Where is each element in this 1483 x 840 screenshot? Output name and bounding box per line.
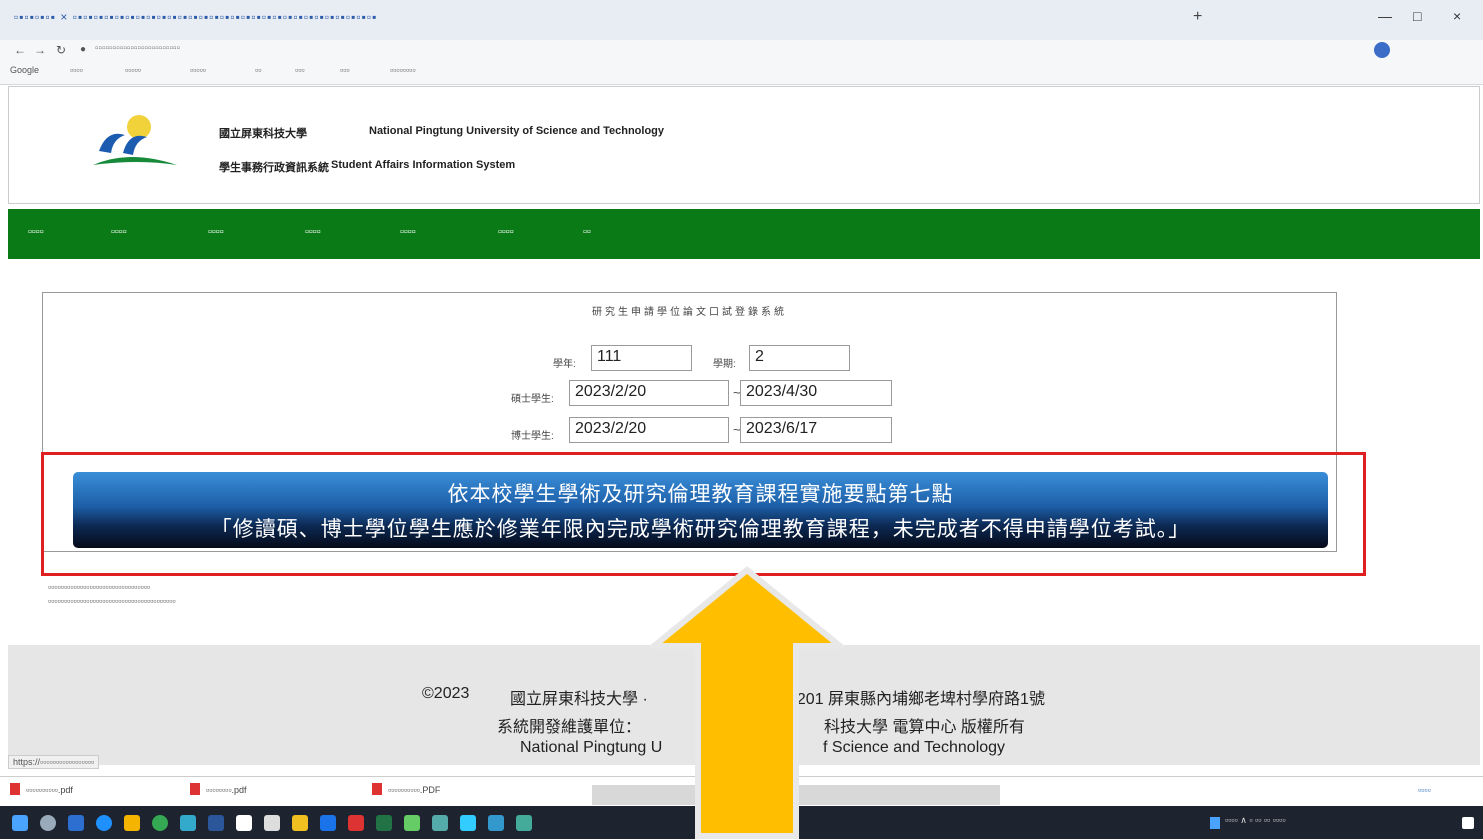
browser-tab-strip: ▫▪▫▪▫▪▫▪ × ▫▪▫▪▫▪▫▪▫▪▫▪▫▪▫▪▫▪▫▪▫▪▫▪▫▪▫▪▫…: [0, 0, 1483, 40]
footer-maintainer: 系統開發維護單位：: [497, 719, 642, 736]
profile-avatar-icon[interactable]: [1374, 42, 1390, 58]
phd-start-input[interactable]: 2023/2/20: [569, 417, 729, 443]
download-item[interactable]: ▫▫▫▫▫▫▫▫▫▫.PDF: [388, 785, 440, 795]
new-tab-button[interactable]: +: [1193, 8, 1202, 26]
app-icon[interactable]: [236, 815, 252, 831]
reload-icon[interactable]: ↻: [56, 43, 66, 57]
banner-line-2: 「修讀碩、博士學位學生應於修業年限內完成學術研究倫理教育課程，未完成者不得申請學…: [210, 518, 1191, 541]
note-line-2: ▫▫▫▫▫▫▫▫▫▫▫▫▫▫▫▫▫▫▫▫▫▫▫▫▫▫▫▫▫▫▫▫▫▫▫▫▫▫▫▫: [48, 596, 176, 606]
school-name-en: National Pingtung University of Science …: [369, 125, 665, 137]
app-icon[interactable]: [404, 815, 420, 831]
app-icon[interactable]: [516, 815, 532, 831]
nav-item[interactable]: ▫▫▫▫: [400, 226, 416, 238]
app-icon[interactable]: [320, 815, 336, 831]
edge-icon[interactable]: [96, 815, 112, 831]
nav-item[interactable]: ▫▫▫▫: [111, 226, 127, 238]
pdf-icon: [10, 783, 20, 795]
back-icon[interactable]: ←: [14, 43, 26, 57]
bookmark-item[interactable]: ▫▫▫▫: [70, 65, 83, 75]
master-label: 碩士學生:: [511, 394, 554, 405]
form-title: 研究生申請學位論文口試登錄系統: [592, 307, 787, 318]
download-item[interactable]: ▫▫▫▫▫▫▫▫.pdf: [206, 785, 247, 795]
main-nav: ▫▫▫▫ ▫▫▫▫ ▫▫▫▫ ▫▫▫▫ ▫▫▫▫ ▫▫▫▫ ▫▫: [8, 209, 1480, 259]
minimize-button[interactable]: —: [1378, 8, 1392, 24]
app-icon[interactable]: [348, 815, 364, 831]
search-icon[interactable]: [40, 815, 56, 831]
phd-label: 博士學生:: [511, 431, 554, 442]
system-name-en: Student Affairs Information System: [331, 159, 516, 171]
school-name-zh: 國立屏東科技大學: [219, 128, 307, 140]
app-icon[interactable]: [488, 815, 504, 831]
maximize-button[interactable]: □: [1413, 8, 1421, 24]
term-input[interactable]: 2: [749, 345, 850, 371]
nav-item-logout[interactable]: ▫▫: [583, 226, 591, 238]
footer-rights: 科技大學 電算中心 版權所有: [824, 719, 1025, 736]
bookmarks-bar: Google ▫▫▫▫ ▫▫▫▫▫ ▫▫▫▫▫ ▫▫ ▫▫▫ ▫▫▫ ▫▫▫▫▫…: [0, 62, 1483, 85]
word-icon[interactable]: [208, 815, 224, 831]
lock-icon: ●: [80, 44, 87, 55]
browser-tabs[interactable]: ▫▪▫▪▫▪▫▪ × ▫▪▫▪▫▪▫▪▫▪▫▪▫▪▫▪▫▪▫▪▫▪▫▪▫▪▫▪▫…: [14, 10, 377, 24]
nav-item[interactable]: ▫▫▫▫: [208, 226, 224, 238]
taskview-icon[interactable]: [68, 815, 84, 831]
close-button[interactable]: ×: [1453, 8, 1461, 24]
year-label: 學年:: [553, 359, 576, 370]
year-input[interactable]: 111: [591, 345, 692, 371]
link-status-url: https://▫▫▫▫▫▫▫▫▫▫▫▫▫▫▫▫▫: [8, 755, 100, 769]
term-label: 學期:: [713, 359, 736, 370]
app-icon[interactable]: [180, 815, 196, 831]
bookmark-item[interactable]: ▫▫▫▫▫▫▫▫: [390, 65, 416, 75]
bookmark-item[interactable]: Google: [10, 65, 39, 75]
system-tray[interactable]: ▫▫▫▫ ∧ ▫ ▫▫ ▫▫ ▫▫▫▫: [1225, 815, 1286, 826]
nav-item[interactable]: ▫▫▫▫: [498, 226, 514, 238]
chrome-icon[interactable]: [152, 815, 168, 831]
bookmark-item[interactable]: ▫▫▫▫▫: [125, 65, 141, 75]
footer-copyright: ©2023: [422, 685, 470, 702]
annotation-arrow-icon: [650, 566, 844, 839]
nav-item[interactable]: ▫▫▫▫: [28, 226, 44, 238]
app-icon[interactable]: [432, 815, 448, 831]
notification-icon[interactable]: [1462, 817, 1474, 829]
pdf-icon: [190, 783, 200, 795]
site-header: 國立屏東科技大學 National Pingtung University of…: [8, 86, 1480, 204]
pdf-icon: [372, 783, 382, 795]
master-end-input[interactable]: 2023/4/30: [740, 380, 892, 406]
bookmark-item[interactable]: ▫▫▫▫▫: [190, 65, 206, 75]
bookmark-item[interactable]: ▫▫: [255, 65, 261, 75]
note-line-1: ▫▫▫▫▫▫▫▫▫▫▫▫▫▫▫▫▫▫▫▫▫▫▫▫▫▫▫▫▫▫▫▫: [48, 582, 151, 592]
nav-item[interactable]: ▫▫▫▫: [305, 226, 321, 238]
system-name-zh: 學生事務行政資訊系統: [219, 162, 329, 174]
school-logo-icon: [93, 115, 177, 165]
bookmark-item[interactable]: ▫▫▫: [340, 65, 350, 75]
master-start-input[interactable]: 2023/2/20: [569, 380, 729, 406]
banner-line-1: 依本校學生學術及研究倫理教育課程實施要點第七點: [447, 483, 954, 506]
folder-icon[interactable]: [124, 815, 140, 831]
footer-en-left: National Pingtung U: [520, 739, 663, 756]
start-icon[interactable]: [12, 815, 28, 831]
forward-icon[interactable]: →: [34, 43, 46, 57]
download-item[interactable]: ▫▫▫▫▫▫▫▫▫▫.pdf: [26, 785, 73, 795]
app-icon[interactable]: [264, 815, 280, 831]
url-input[interactable]: ▫▫▫▫▫▫▫▫▫▫▫▫▫▫▫▫▫▫▫▫▫▫▫▫: [95, 43, 1255, 59]
bookmark-item[interactable]: ▫▫▫: [295, 65, 305, 75]
app-icon[interactable]: [292, 815, 308, 831]
ethics-notice-banner[interactable]: 依本校學生學術及研究倫理教育課程實施要點第七點 「修讀碩、博士學位學生應於修業年…: [73, 472, 1328, 548]
app-icon[interactable]: [460, 815, 476, 831]
phd-end-input[interactable]: 2023/6/17: [740, 417, 892, 443]
weather-icon: [1210, 817, 1220, 829]
footer-school: 國立屏東科技大學 ·: [510, 691, 648, 708]
excel-icon[interactable]: [376, 815, 392, 831]
downloads-show-all[interactable]: ▫▫▫▫: [1418, 785, 1431, 795]
footer-en-right: f Science and Technology: [823, 739, 1006, 756]
